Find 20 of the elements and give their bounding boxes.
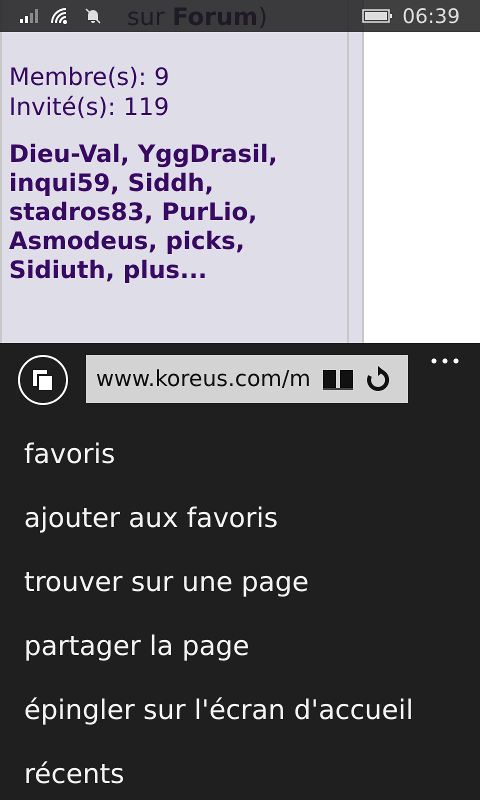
guests-count: Invité(s): 119 bbox=[9, 92, 170, 122]
menu-item[interactable]: trouver sur une page bbox=[0, 551, 480, 615]
tabs-button[interactable] bbox=[18, 355, 68, 405]
menu-item[interactable]: ajouter aux favoris bbox=[0, 487, 480, 551]
book-icon[interactable] bbox=[322, 367, 354, 391]
members-count: Membre(s): 9 bbox=[9, 62, 170, 92]
clock-time: 06:39 bbox=[402, 3, 460, 30]
wifi-icon bbox=[50, 7, 70, 25]
menu-item[interactable]: épingler sur l'écran d'accueil bbox=[0, 679, 480, 743]
more-icon[interactable] bbox=[430, 357, 460, 365]
refresh-icon[interactable] bbox=[366, 366, 390, 392]
menu-item[interactable]: récents bbox=[0, 743, 480, 800]
bell-muted-icon bbox=[84, 7, 102, 25]
menu-item[interactable]: partager la page bbox=[0, 615, 480, 679]
menu-item[interactable]: favoris bbox=[0, 423, 480, 487]
tabs-icon bbox=[31, 368, 55, 392]
address-bar[interactable]: www.koreus.com/m bbox=[86, 355, 408, 403]
url-text: www.koreus.com/m bbox=[96, 366, 312, 394]
online-names: Dieu-Val, YggDrasil, inqui59, Siddh, stadros83, PurLio, Asmodeus, picks, Sidiuth, plus... bbox=[9, 140, 278, 285]
battery-icon bbox=[362, 9, 392, 23]
